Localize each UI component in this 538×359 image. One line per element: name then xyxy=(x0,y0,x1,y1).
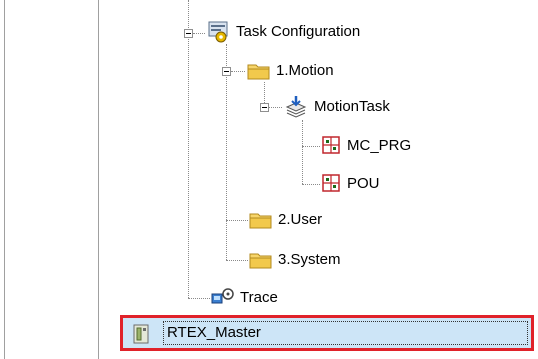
tree-item-label: Task Configuration xyxy=(236,23,361,40)
tree-item-label: RTEX_Master xyxy=(167,324,261,341)
tree-connector xyxy=(188,298,210,299)
collapse-motiontask-toggle[interactable] xyxy=(260,103,269,112)
tree-item-label: MC_PRG xyxy=(347,137,412,154)
device-icon xyxy=(133,324,149,344)
tree-item-label: 1.Motion xyxy=(276,62,334,79)
tree-connector xyxy=(231,71,245,72)
folder-icon xyxy=(249,213,272,229)
folder-icon xyxy=(249,253,272,269)
panel-border-left xyxy=(4,0,5,359)
tree-item-label: Trace xyxy=(240,289,278,306)
collapse-task-configuration-toggle[interactable] xyxy=(184,29,193,38)
tree-connector xyxy=(188,0,189,298)
pou-icon xyxy=(322,136,340,154)
tree-item-label: 3.System xyxy=(278,251,341,268)
tree-connector xyxy=(268,107,282,108)
tree-item-label: 2.User xyxy=(278,211,323,228)
tree-connector xyxy=(226,44,227,260)
tree-connector xyxy=(302,184,320,185)
tree-connector xyxy=(226,220,248,221)
collapse-motion-toggle[interactable] xyxy=(222,67,231,76)
tree-connector xyxy=(302,146,320,147)
tree-item-rtex-master[interactable]: RTEX_Master xyxy=(120,315,534,351)
folder-icon xyxy=(247,64,270,80)
task-icon xyxy=(285,96,307,118)
panel-border-inner xyxy=(98,0,99,359)
task-configuration-icon xyxy=(208,21,228,43)
tree-connector xyxy=(226,260,248,261)
tree-item-label: POU xyxy=(347,175,380,192)
tree-connector xyxy=(302,120,303,184)
trace-icon xyxy=(211,288,234,304)
tree-connector xyxy=(193,33,205,34)
pou-icon xyxy=(322,174,340,192)
tree-item-label: MotionTask xyxy=(314,98,390,115)
